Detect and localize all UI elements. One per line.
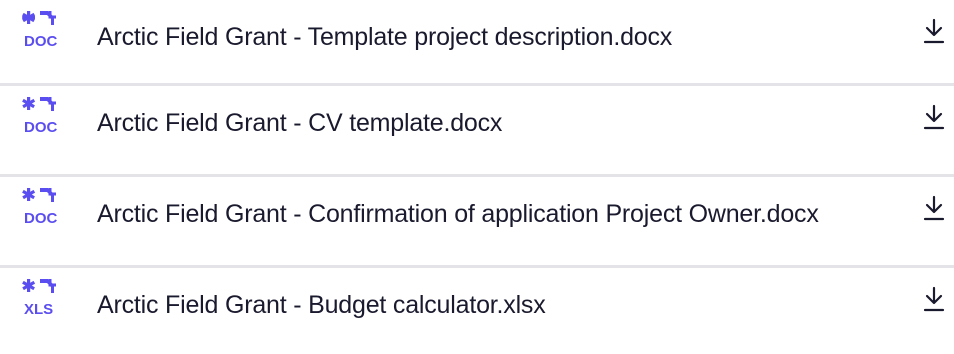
svg-text:DOC: DOC	[24, 210, 58, 227]
download-icon[interactable]	[922, 194, 946, 222]
download-icon[interactable]	[922, 17, 946, 45]
file-name[interactable]: Arctic Field Grant - Budget calculator.x…	[97, 290, 546, 320]
doc-file-icon: DOC	[20, 8, 66, 50]
file-row-template-project-description[interactable]: DOC Arctic Field Grant - Template projec…	[0, 0, 954, 86]
xls-file-icon: XLS	[20, 276, 66, 318]
file-name[interactable]: Arctic Field Grant - CV template.docx	[97, 108, 502, 138]
file-row-budget-calculator[interactable]: XLS Arctic Field Grant - Budget calculat…	[0, 268, 954, 354]
file-download-list: DOC Arctic Field Grant - Template projec…	[0, 0, 954, 324]
file-row-cv-template[interactable]: DOC Arctic Field Grant - CV template.doc…	[0, 86, 954, 172]
svg-text:DOC: DOC	[24, 119, 58, 136]
doc-file-icon: DOC	[20, 185, 66, 227]
file-name[interactable]: Arctic Field Grant - Confirmation of app…	[97, 199, 819, 229]
svg-text:DOC: DOC	[24, 33, 58, 50]
download-icon[interactable]	[922, 103, 946, 131]
doc-file-icon: DOC	[20, 94, 66, 136]
file-name[interactable]: Arctic Field Grant - Template project de…	[97, 22, 672, 52]
svg-text:XLS: XLS	[24, 301, 53, 318]
download-icon[interactable]	[922, 285, 946, 313]
file-row-confirmation-of-application[interactable]: DOC Arctic Field Grant - Confirmation of…	[0, 177, 954, 263]
